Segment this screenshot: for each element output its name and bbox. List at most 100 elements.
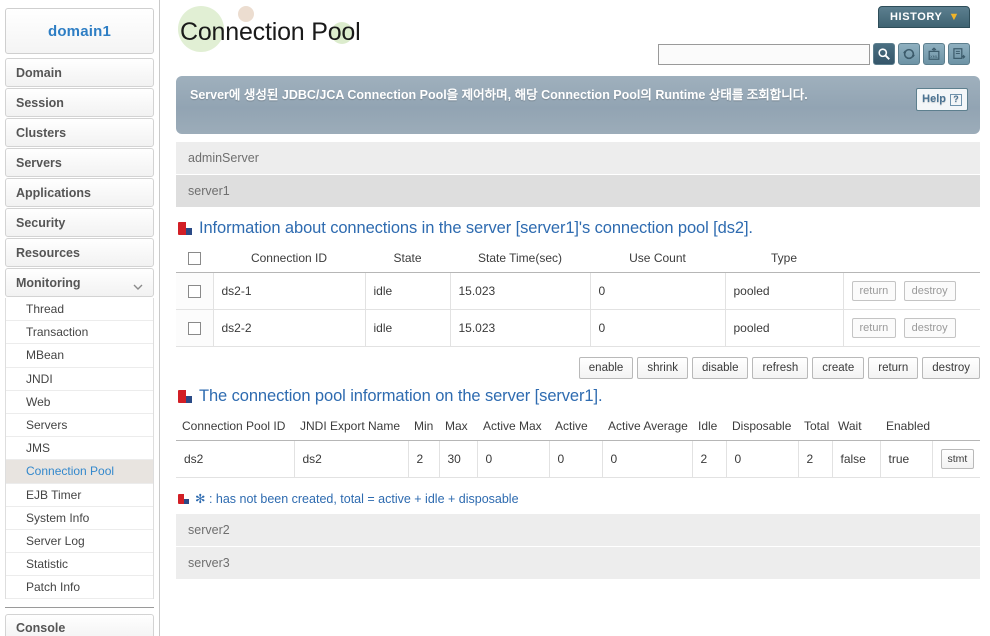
cell-connection-id: ds2-1 <box>213 272 366 311</box>
cell-connection-id: ds2-2 <box>213 309 366 348</box>
column-active-max: Active Max <box>477 412 549 442</box>
sidebar-item-servers[interactable]: Servers <box>5 148 154 177</box>
column-max: Max <box>439 412 477 442</box>
sidebar-item-domain[interactable]: Domain <box>5 58 154 87</box>
page-header: Connection Pool HISTORY ▼ XML <box>176 0 980 72</box>
footnote-flag-icon <box>178 493 189 504</box>
destroy-button[interactable]: destroy <box>903 318 956 339</box>
cell-wait: false <box>832 440 881 479</box>
server-row-server1[interactable]: server1 <box>176 175 980 208</box>
help-label: Help <box>922 93 946 105</box>
cell-row-actions: return destroy <box>843 309 980 348</box>
disable-button[interactable]: disable <box>692 357 749 380</box>
cell-min: 2 <box>408 440 440 479</box>
shrink-button[interactable]: shrink <box>637 357 689 380</box>
sidebar-item-ejb-timer[interactable]: EJB Timer <box>6 484 153 507</box>
sidebar-item-server-log[interactable]: Server Log <box>6 530 153 554</box>
sidebar-top-nav: Domain Session Clusters Servers Applicat… <box>4 58 155 297</box>
row-checkbox[interactable] <box>187 322 201 336</box>
sidebar-subitem-label: JNDI <box>26 371 53 386</box>
connections-table-header: Connection ID State State Time(sec) Use … <box>176 244 980 274</box>
sidebar-item-patch-info[interactable]: Patch Info <box>6 576 153 600</box>
sidebar-item-applications[interactable]: Applications <box>5 178 154 207</box>
sidebar-domain-label: domain1 <box>47 22 112 40</box>
cell-state-time: 15.023 <box>450 309 591 348</box>
select-all-checkbox[interactable] <box>188 252 201 266</box>
cell-active-max: 0 <box>477 440 550 479</box>
create-button[interactable]: create <box>812 357 865 380</box>
cell-state: idle <box>365 309 451 348</box>
app-root: domain1 Domain Session Clusters Servers … <box>0 0 990 636</box>
column-type: Type <box>725 244 843 274</box>
cell-use-count: 0 <box>590 272 726 311</box>
return-button[interactable]: return <box>868 357 919 380</box>
sidebar-item-security[interactable]: Security <box>5 208 154 237</box>
sidebar-subitem-label: Statistic <box>26 557 69 572</box>
row-checkbox[interactable] <box>187 285 201 299</box>
sidebar-item-connection-pool[interactable]: Connection Pool <box>6 460 153 484</box>
sidebar-item-web[interactable]: Web <box>6 391 153 414</box>
cell-disposable: 0 <box>726 440 799 479</box>
sidebar-item-thread[interactable]: Thread <box>6 298 153 322</box>
sidebar-subitem-label: Web <box>26 394 51 409</box>
cell-active: 0 <box>549 440 603 479</box>
cell-connection-pool-id: ds2 <box>176 440 295 479</box>
section-flag-icon <box>178 222 192 235</box>
server-name: adminServer <box>188 151 259 165</box>
return-button[interactable]: return <box>851 318 897 339</box>
table-row: ds2-1 idle 15.023 0 pooled return destro… <box>176 272 980 311</box>
column-use-count: Use Count <box>590 244 725 274</box>
enable-button[interactable]: enable <box>578 357 634 380</box>
server-row-adminserver[interactable]: adminServer <box>176 142 980 175</box>
pool-table-header: Connection Pool ID JNDI Export Name Min … <box>176 412 980 442</box>
server-row-server2[interactable]: server2 <box>176 514 980 548</box>
servers-accordion-top: adminServer server1 <box>176 142 980 208</box>
column-pool-actions <box>932 412 980 442</box>
chevron-down-icon <box>133 279 143 290</box>
sidebar-item-servers-monitoring[interactable]: Servers <box>6 414 153 438</box>
destroy-button[interactable]: destroy <box>922 357 980 380</box>
pool-info-table: Connection Pool ID JNDI Export Name Min … <box>176 412 980 479</box>
sidebar-subitem-label: Transaction <box>26 325 89 340</box>
column-active: Active <box>549 412 602 442</box>
sidebar-item-monitoring[interactable]: Monitoring <box>5 268 154 297</box>
column-wait: Wait <box>832 412 880 442</box>
refresh-button[interactable]: refresh <box>752 357 809 380</box>
sidebar-item-transaction[interactable]: Transaction <box>6 321 153 345</box>
cell-active-average: 0 <box>602 440 693 479</box>
sidebar-item-console[interactable]: Console <box>5 614 154 636</box>
server-row-server3[interactable]: server3 <box>176 547 980 581</box>
sidebar-item-jms[interactable]: JMS <box>6 437 153 461</box>
help-button[interactable]: Help ? <box>916 88 968 112</box>
column-jndi-export-name: JNDI Export Name <box>294 412 408 442</box>
sidebar-item-label: Security <box>16 215 66 230</box>
sidebar-item-session[interactable]: Session <box>5 88 154 117</box>
notice-banner: Server에 생성된 JDBC/JCA Connection Pool을 제어… <box>176 76 980 134</box>
sidebar-item-label: Resources <box>16 245 80 260</box>
sidebar-item-statistic[interactable]: Statistic <box>6 553 153 577</box>
sidebar-item-system-info[interactable]: System Info <box>6 507 153 530</box>
connections-table-body: ds2-1 idle 15.023 0 pooled return destro… <box>176 272 980 348</box>
column-disposable: Disposable <box>726 412 798 442</box>
cell-enabled: true <box>880 440 933 479</box>
cell-max: 30 <box>439 440 478 479</box>
column-total: Total <box>798 412 832 442</box>
sidebar-subitem-label: JMS <box>26 441 50 456</box>
column-connection-id: Connection ID <box>213 244 365 274</box>
table-header-row: Connection Pool ID JNDI Export Name Min … <box>176 412 980 442</box>
destroy-button[interactable]: destroy <box>903 281 956 302</box>
sidebar-item-jndi[interactable]: JNDI <box>6 368 153 391</box>
stmt-button[interactable]: stmt <box>940 449 975 470</box>
sidebar-item-clusters[interactable]: Clusters <box>5 118 154 147</box>
main-content: Connection Pool HISTORY ▼ XML Server에 생성… <box>160 0 990 636</box>
sidebar-domain-header[interactable]: domain1 <box>5 8 154 54</box>
column-connection-pool-id: Connection Pool ID <box>176 412 294 442</box>
table-row: ds2-2 idle 15.023 0 pooled return destro… <box>176 309 980 348</box>
row-select-cell <box>176 309 214 348</box>
cell-type: pooled <box>725 272 844 311</box>
sidebar-item-mbean[interactable]: MBean <box>6 344 153 368</box>
page-title: Connection Pool <box>180 18 361 46</box>
column-enabled: Enabled <box>880 412 932 442</box>
sidebar-item-resources[interactable]: Resources <box>5 238 154 267</box>
return-button[interactable]: return <box>851 281 897 302</box>
